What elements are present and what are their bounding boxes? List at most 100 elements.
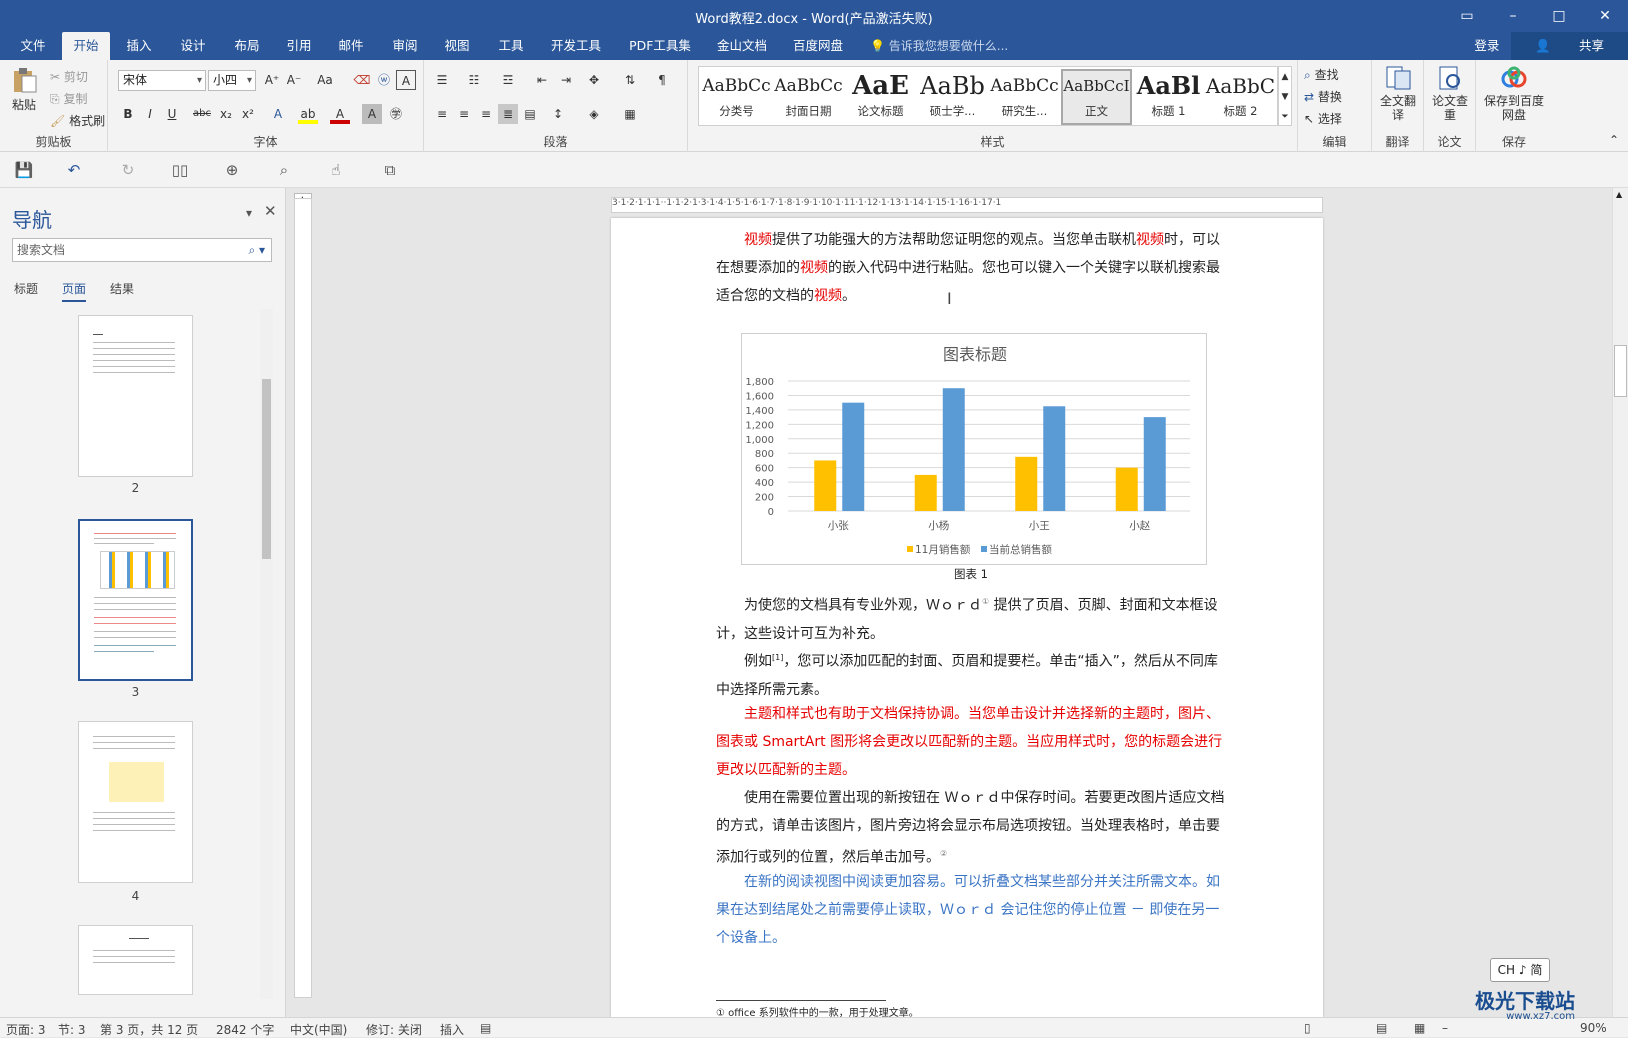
clear-format-icon[interactable]: ⌫	[352, 70, 372, 90]
page-thumbnail[interactable]	[78, 925, 193, 995]
read-mode-view-icon[interactable]: ▯	[1304, 1021, 1311, 1035]
bold-icon[interactable]: B	[118, 104, 138, 124]
borders-icon[interactable]: ▦	[620, 104, 640, 124]
increase-indent-icon[interactable]: ⇥	[556, 70, 576, 90]
styles-gallery[interactable]: AaBbCc 分类号 AaBbCc 封面日期 AaE 论文标题 AaBb 硕士学... …	[698, 66, 1278, 126]
tab-file[interactable]: 文件	[10, 32, 56, 60]
text-effects-icon[interactable]: A	[268, 104, 288, 124]
maximize-button[interactable]: □	[1536, 0, 1582, 32]
char-border-icon[interactable]: A	[396, 70, 416, 90]
ime-indicator[interactable]: CH ♪ 简	[1490, 958, 1550, 982]
zoom-out-icon[interactable]: –	[1442, 1021, 1448, 1035]
style-item[interactable]: AaBbC 标题 2	[1205, 69, 1276, 125]
highlight-icon[interactable]: ab	[298, 104, 318, 124]
style-item[interactable]: AaBbCc 封面日期	[773, 69, 844, 125]
page-thumbnail-current[interactable]	[78, 519, 193, 681]
status-track-changes[interactable]: 修订: 关闭	[366, 1021, 422, 1038]
tab-view[interactable]: 视图	[432, 32, 482, 60]
grow-font-icon[interactable]: A⁺	[262, 70, 282, 90]
bullets-icon[interactable]: ☰	[432, 70, 452, 90]
gallery-scroll-icon[interactable]: ▲ ▼ ⏷	[1278, 66, 1292, 126]
tab-references[interactable]: 引用	[274, 32, 324, 60]
align-left-icon[interactable]: ≡	[432, 104, 452, 124]
font-size-select[interactable]: 小四	[208, 70, 256, 91]
line-spacing-icon[interactable]: ↕	[548, 104, 568, 124]
macro-icon[interactable]: ▤	[480, 1021, 491, 1035]
cut-button[interactable]: ✂ 剪切	[50, 68, 88, 85]
multilevel-list-icon[interactable]: ☲	[498, 70, 518, 90]
full-translate-button[interactable]: 全文翻译	[1376, 64, 1420, 122]
superscript-icon[interactable]: x²	[238, 104, 258, 124]
change-case-button[interactable]: Aa	[312, 70, 338, 90]
customize-qat-icon[interactable]: ⧉	[380, 160, 400, 180]
paragraph-reading-view[interactable]: 在新的阅读视图中阅读更加容易。可以折叠文档某些部分并关注所需文本。如果在达到结尾…	[716, 868, 1226, 952]
status-page[interactable]: 页面: 3	[6, 1021, 46, 1038]
tab-jinshan-docs[interactable]: 金山文档	[710, 32, 774, 60]
tab-home[interactable]: 开始	[62, 32, 110, 60]
status-language[interactable]: 中文(中国)	[290, 1021, 347, 1038]
show-marks-icon[interactable]: ¶	[652, 70, 672, 90]
tab-pdf-tools[interactable]: PDF工具集	[622, 32, 698, 60]
status-page-count[interactable]: 第 3 页，共 12 页	[100, 1021, 198, 1038]
document-scroll-thumb[interactable]	[1614, 345, 1627, 397]
justify-icon[interactable]: ≣	[498, 104, 518, 124]
document-page[interactable]: 视频提供了功能强大的方法帮助您证明您的观点。当您单击联机视频时，可以在想要添加的…	[611, 218, 1323, 1017]
format-painter-button[interactable]: 🖌 格式刷	[50, 112, 105, 129]
paragraph-video[interactable]: 视频提供了功能强大的方法帮助您证明您的观点。当您单击联机视频时，可以在想要添加的…	[716, 226, 1226, 310]
share-button[interactable]: 👤 共享	[1511, 32, 1628, 60]
subscript-icon[interactable]: x₂	[216, 104, 236, 124]
sort-icon[interactable]: ⇅	[620, 70, 640, 90]
nav-scrollbar[interactable]	[260, 309, 273, 999]
minimize-button[interactable]: –	[1490, 0, 1536, 32]
align-right-icon[interactable]: ≡	[476, 104, 496, 124]
ribbon-display-options-icon[interactable]: ▭	[1444, 0, 1490, 32]
status-word-count[interactable]: 2842 个字	[216, 1021, 274, 1038]
style-item-selected[interactable]: AaBbCcI 正文	[1061, 69, 1132, 125]
enclose-char-icon[interactable]: ㊫	[386, 104, 406, 124]
collapse-ribbon-icon[interactable]: ⌃	[1604, 130, 1624, 150]
tab-design[interactable]: 设计	[168, 32, 218, 60]
paragraph-word-design[interactable]: 为使您的文档具有专业外观，Ｗｏｒｄ① 提供了页眉、页脚、封面和文本框设计，这些设…	[716, 588, 1226, 648]
paragraph-buttons[interactable]: 使用在需要位置出现的新按钮在 Ｗｏｒｄ中保存时间。若要更改图片适应文档的方式，请…	[716, 784, 1226, 872]
paste-button[interactable]: 粘贴	[6, 66, 42, 113]
style-item[interactable]: AaE 论文标题	[845, 69, 916, 125]
redo-icon[interactable]: ↻	[118, 160, 138, 180]
save-to-baidu-button[interactable]: 保存到百度网盘	[1480, 64, 1548, 122]
nav-scroll-thumb[interactable]	[262, 379, 271, 559]
document-scrollbar[interactable]: ▲	[1612, 188, 1628, 1017]
scroll-up-icon[interactable]: ▲	[1616, 190, 1622, 199]
shrink-font-icon[interactable]: A⁻	[284, 70, 304, 90]
login-link[interactable]: 登录	[1462, 32, 1511, 60]
tell-me-box[interactable]: 💡 告诉我您想要做什么...	[870, 32, 1008, 60]
paper-check-button[interactable]: 论文查重	[1428, 64, 1472, 122]
find-button[interactable]: ⌕ 查找	[1304, 66, 1339, 83]
italic-icon[interactable]: I	[140, 104, 160, 124]
align-center-icon[interactable]: ≡	[454, 104, 474, 124]
underline-icon[interactable]: U	[162, 104, 182, 124]
print-preview-icon[interactable]: ⌕	[274, 160, 294, 180]
replace-button[interactable]: ⇄ 替换	[1304, 88, 1342, 105]
zoom-level[interactable]: 90%	[1580, 1021, 1607, 1035]
page-thumbnail[interactable]	[78, 721, 193, 883]
strikethrough-icon[interactable]: abc	[192, 104, 212, 124]
web-layout-icon[interactable]: ⊕	[222, 160, 242, 180]
close-button[interactable]: ✕	[1582, 0, 1628, 32]
numbering-icon[interactable]: ☷	[464, 70, 484, 90]
tab-developer[interactable]: 开发工具	[544, 32, 608, 60]
font-name-select[interactable]: 宋体	[118, 70, 206, 91]
style-item[interactable]: AaBbCc 分类号	[701, 69, 772, 125]
nav-tab-pages[interactable]: 页面	[62, 280, 87, 302]
close-icon[interactable]: ✕	[264, 202, 277, 220]
search-icon[interactable]: ⌕ ▾	[248, 239, 265, 261]
nav-search-input[interactable]: 搜索文档 ⌕ ▾	[12, 238, 272, 262]
select-button[interactable]: ↖ 选择	[1304, 110, 1342, 127]
style-item[interactable]: AaBb 硕士学...	[917, 69, 988, 125]
nav-options-icon[interactable]: ▾	[246, 206, 252, 220]
tab-mailings[interactable]: 邮件	[326, 32, 376, 60]
paragraph-example[interactable]: 例如[1]，您可以添加匹配的封面、页眉和提要栏。单击“插入”，然后从不同库中选择…	[716, 644, 1226, 704]
tab-layout[interactable]: 布局	[222, 32, 272, 60]
page-thumbnail[interactable]	[78, 315, 193, 477]
paragraph-theme[interactable]: 主题和样式也有助于文档保持协调。当您单击设计并选择新的主题时，图片、图表或 Sm…	[716, 700, 1226, 784]
nav-tab-results[interactable]: 结果	[110, 280, 134, 297]
char-shading-icon[interactable]: A	[362, 104, 382, 124]
